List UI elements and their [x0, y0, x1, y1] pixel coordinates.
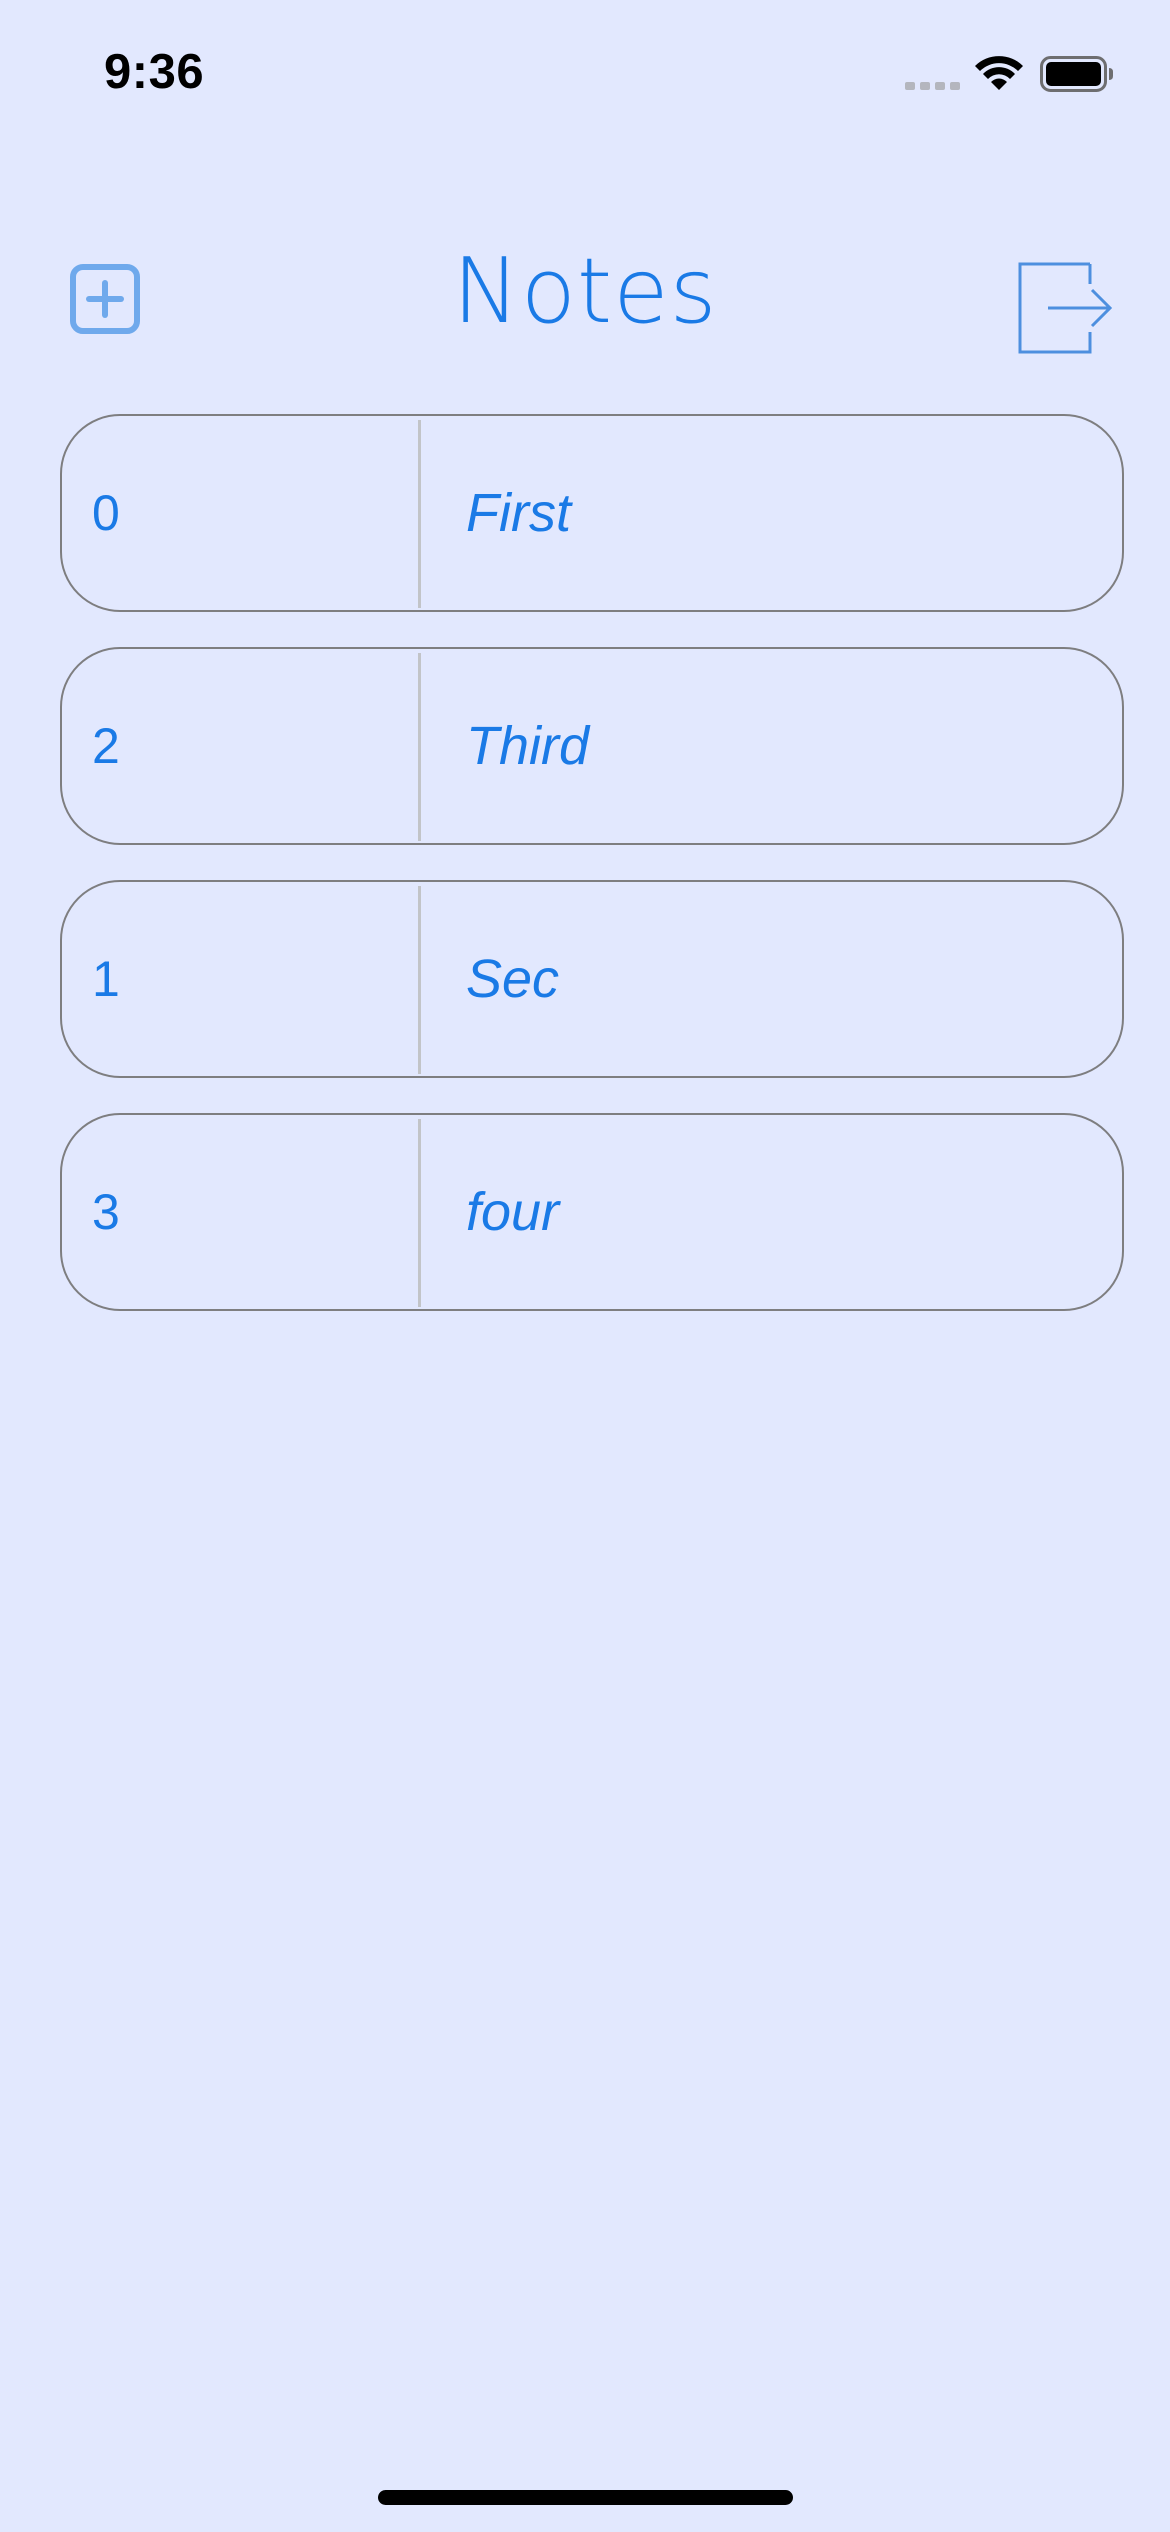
- note-title: First: [466, 483, 571, 543]
- note-id: 2: [92, 718, 120, 774]
- note-id: 3: [92, 1184, 120, 1240]
- note-title: Third: [466, 716, 590, 776]
- home-indicator[interactable]: [378, 2490, 793, 2505]
- page-title: Notes: [452, 239, 718, 344]
- note-id: 0: [92, 485, 120, 541]
- note-row[interactable]: 3 four: [60, 1113, 1124, 1311]
- notes-list: 0 First 2 Third 1 Sec 3 four: [60, 414, 1124, 1346]
- note-row[interactable]: 2 Third: [60, 647, 1124, 845]
- row-divider: [418, 886, 421, 1074]
- row-divider: [418, 1119, 421, 1307]
- status-bar: 9:36: [0, 0, 1170, 150]
- battery-icon: [1040, 56, 1113, 92]
- note-title: Sec: [466, 949, 560, 1009]
- wifi-icon: [975, 56, 1023, 90]
- status-time: 9:36: [104, 45, 205, 99]
- cellular-signal-icon: [905, 82, 960, 90]
- logout-button[interactable]: [1018, 262, 1114, 354]
- note-row[interactable]: 1 Sec: [60, 880, 1124, 1078]
- note-id: 1: [92, 951, 120, 1007]
- note-title: four: [466, 1182, 560, 1242]
- row-divider: [418, 420, 421, 608]
- row-divider: [418, 653, 421, 841]
- note-row[interactable]: 0 First: [60, 414, 1124, 612]
